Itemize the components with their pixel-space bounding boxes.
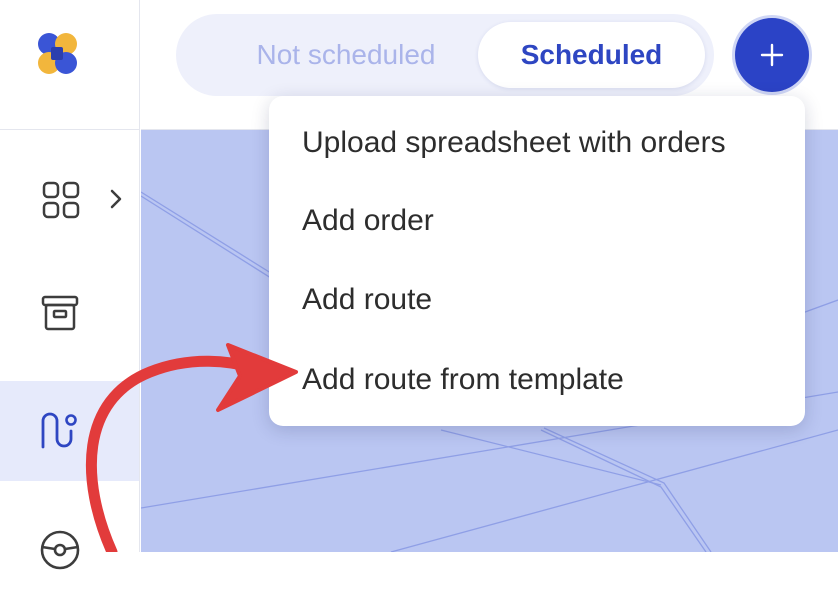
schedule-segmented-control: Not scheduled Scheduled xyxy=(176,14,714,96)
chevron-right-icon[interactable] xyxy=(108,188,124,210)
sidebar xyxy=(0,0,140,570)
app-logo[interactable] xyxy=(32,30,82,80)
tab-not-scheduled[interactable]: Not scheduled xyxy=(196,22,496,88)
sidebar-item-routes[interactable] xyxy=(0,381,139,481)
sidebar-item-drivers[interactable] xyxy=(0,500,139,600)
menu-item-upload-spreadsheet[interactable]: Upload spreadsheet with orders xyxy=(269,103,805,183)
logo-area xyxy=(0,0,140,130)
sidebar-item-orders[interactable] xyxy=(0,263,139,363)
route-icon xyxy=(41,412,77,449)
grid-icon xyxy=(42,181,80,219)
archive-icon xyxy=(41,295,79,331)
menu-item-add-order[interactable]: Add order xyxy=(269,181,805,261)
steering-wheel-icon xyxy=(40,530,80,570)
menu-item-add-route[interactable]: Add route xyxy=(269,260,805,340)
sidebar-item-dashboard[interactable] xyxy=(0,146,139,246)
add-dropdown-menu: Upload spreadsheet with orders Add order… xyxy=(269,96,805,426)
add-button[interactable] xyxy=(735,18,809,92)
plus-icon xyxy=(760,43,784,67)
tab-scheduled[interactable]: Scheduled xyxy=(478,22,705,88)
menu-item-add-route-from-template[interactable]: Add route from template xyxy=(269,340,805,420)
